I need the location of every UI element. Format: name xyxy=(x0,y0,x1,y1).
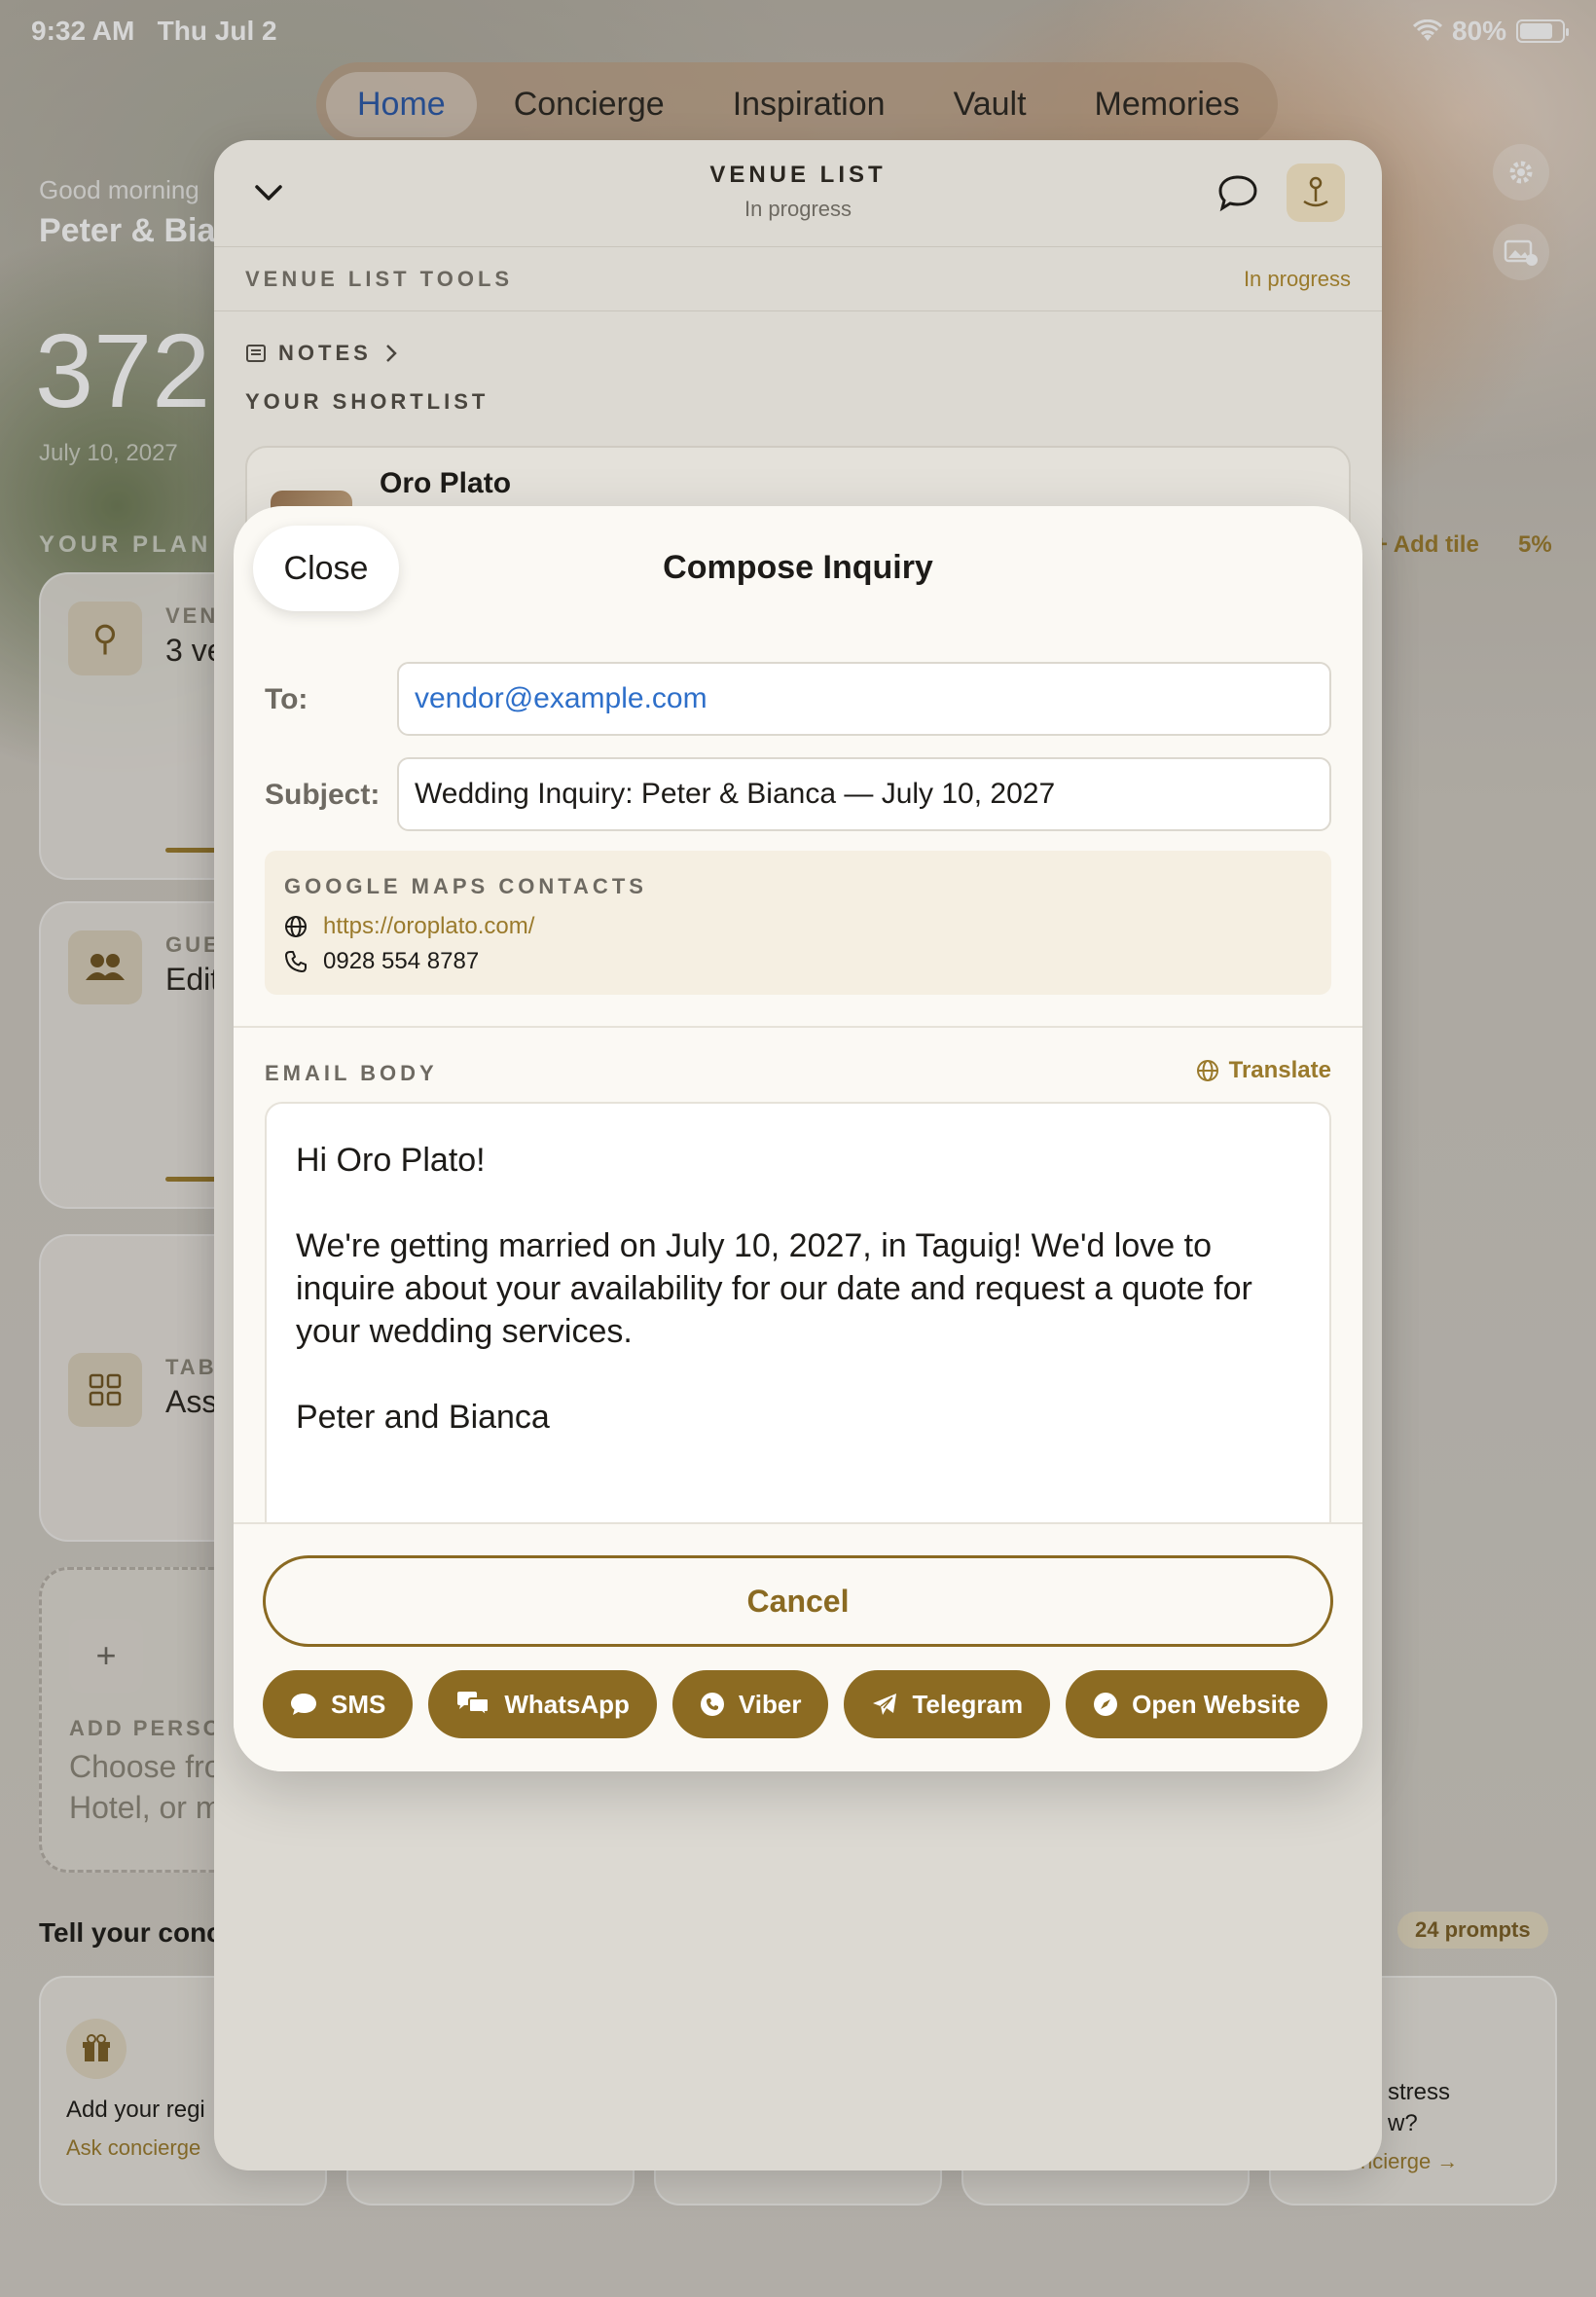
tools-status: In progress xyxy=(1243,267,1351,291)
notes-link[interactable]: NOTES xyxy=(245,341,399,366)
subject-label: Subject: xyxy=(265,779,381,811)
venue-name: Oro Plato xyxy=(380,467,512,499)
modal-title: Compose Inquiry xyxy=(663,549,933,586)
chevron-right-icon xyxy=(385,345,397,362)
viber-icon xyxy=(700,1693,724,1716)
phone-row[interactable]: 0928 554 8787 xyxy=(284,948,479,975)
shortlist-label: YOUR SHORTLIST xyxy=(245,389,490,414)
open-website-label: Open Website xyxy=(1132,1689,1301,1719)
sheet-header: VENUE LIST In progress xyxy=(214,140,1382,247)
viber-button[interactable]: Viber xyxy=(671,1670,829,1738)
open-website-button[interactable]: Open Website xyxy=(1066,1670,1328,1738)
sms-button[interactable]: SMS xyxy=(263,1670,414,1738)
email-body-textarea[interactable]: Hi Oro Plato! We're getting married on J… xyxy=(265,1102,1331,1530)
whatsapp-button[interactable]: WhatsApp xyxy=(428,1670,657,1738)
website-row[interactable]: https://oroplato.com/ xyxy=(284,913,534,940)
translate-label: Translate xyxy=(1228,1057,1331,1083)
venue-list-tools-row[interactable]: VENUE LIST TOOLS In progress xyxy=(214,247,1382,311)
chat-bubble-icon[interactable] xyxy=(1216,171,1259,214)
subject-field[interactable]: Wedding Inquiry: Peter & Bianca — July 1… xyxy=(397,757,1331,831)
globe-icon xyxy=(285,916,307,937)
divider xyxy=(234,1026,1362,1028)
venue-pin-button[interactable] xyxy=(1287,164,1345,222)
globe-icon xyxy=(1196,1060,1218,1081)
compose-inquiry-modal: Close Compose Inquiry To: vendor@example… xyxy=(234,506,1362,1771)
website-link[interactable]: https://oroplato.com/ xyxy=(323,913,534,940)
phone-number[interactable]: 0928 554 8787 xyxy=(323,948,479,975)
tools-label: VENUE LIST TOOLS xyxy=(245,267,514,291)
pin-icon xyxy=(1303,176,1328,207)
whatsapp-label: WhatsApp xyxy=(504,1689,630,1719)
sms-icon xyxy=(291,1694,316,1715)
google-maps-contacts: GOOGLE MAPS CONTACTS https://oroplato.co… xyxy=(265,851,1331,995)
share-actions: SMS WhatsApp Viber Telegram Open Website xyxy=(263,1670,1328,1738)
sheet-subtitle: In progress xyxy=(744,197,852,221)
translate-button[interactable]: Translate xyxy=(1196,1057,1331,1084)
sms-label: SMS xyxy=(331,1689,386,1719)
notes-label: NOTES xyxy=(278,341,372,365)
whatsapp-icon xyxy=(457,1692,490,1718)
phone-icon xyxy=(285,951,307,972)
telegram-icon xyxy=(873,1694,897,1715)
to-field[interactable]: vendor@example.com xyxy=(397,662,1331,736)
sheet-title: VENUE LIST xyxy=(709,162,887,188)
notes-icon xyxy=(246,345,266,362)
email-body-label: EMAIL BODY xyxy=(265,1061,438,1085)
modal-action-area: Cancel SMS WhatsApp Viber Telegram Open … xyxy=(234,1522,1362,1771)
cancel-button[interactable]: Cancel xyxy=(263,1555,1333,1647)
contacts-header: GOOGLE MAPS CONTACTS xyxy=(284,874,647,898)
to-label: To: xyxy=(265,683,308,715)
telegram-button[interactable]: Telegram xyxy=(844,1670,1051,1738)
telegram-label: Telegram xyxy=(912,1689,1024,1719)
viber-label: Viber xyxy=(738,1689,802,1719)
compass-icon xyxy=(1094,1693,1118,1716)
